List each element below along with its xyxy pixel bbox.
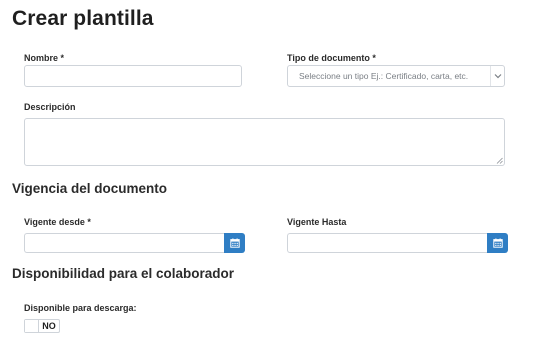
- vigente-hasta-label: Vigente Hasta: [287, 217, 347, 227]
- vigente-desde-label: Vigente desde *: [24, 217, 91, 227]
- vigencia-section-title: Vigencia del documento: [12, 181, 168, 196]
- vigente-hasta-input[interactable]: [287, 233, 487, 253]
- vigente-desde-group: [24, 233, 245, 253]
- nombre-label: Nombre *: [24, 53, 65, 63]
- tipo-documento-select[interactable]: Seleccione un tipo Ej.: Certificado, car…: [287, 65, 505, 87]
- tipo-documento-label: Tipo de documento *: [287, 53, 376, 63]
- calendar-icon[interactable]: [487, 233, 508, 253]
- tipo-documento-placeholder: Seleccione un tipo Ej.: Certificado, car…: [299, 71, 469, 81]
- vigente-desde-input[interactable]: [24, 233, 224, 253]
- resize-handle-icon[interactable]: [496, 157, 503, 164]
- chevron-down-icon[interactable]: [490, 66, 504, 86]
- page-title: Crear plantilla: [12, 7, 154, 30]
- nombre-input[interactable]: [24, 65, 242, 87]
- calendar-icon[interactable]: [224, 233, 245, 253]
- descripcion-textarea[interactable]: [24, 118, 505, 166]
- disponibilidad-section-title: Disponibilidad para el colaborador: [12, 266, 235, 281]
- toggle-knob: [25, 320, 39, 332]
- vigente-hasta-group: [287, 233, 508, 253]
- descripcion-label: Descripción: [24, 102, 76, 112]
- toggle-state-label: NO: [42, 321, 56, 331]
- disponible-descarga-toggle[interactable]: NO: [24, 319, 60, 333]
- create-template-page: Crear plantilla Nombre * Tipo de documen…: [0, 0, 533, 346]
- disponible-descarga-label: Disponible para descarga:: [24, 303, 137, 313]
